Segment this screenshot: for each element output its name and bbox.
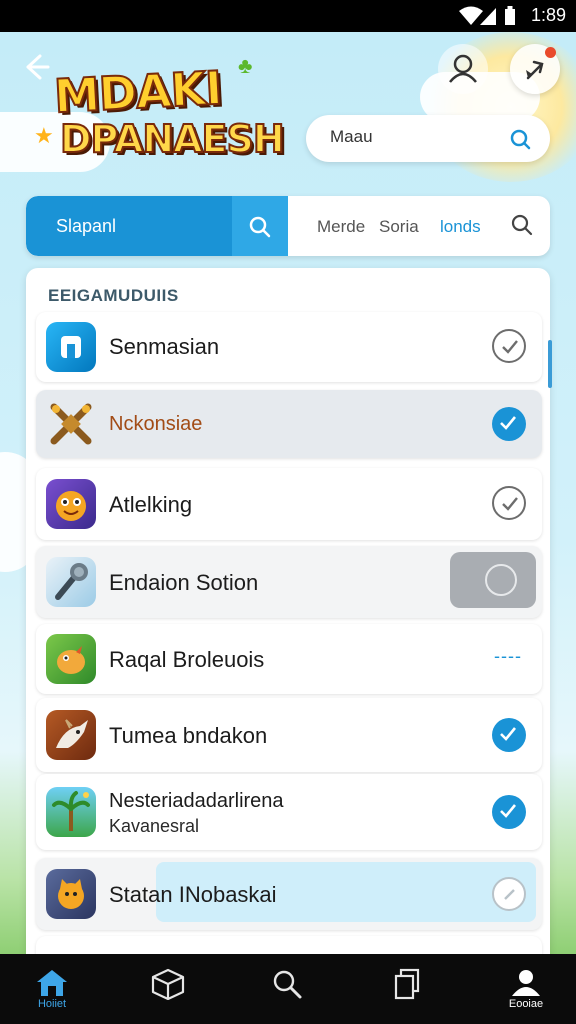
list-item[interactable]: Senmasian: [36, 312, 542, 382]
check-toggle[interactable]: [492, 407, 526, 441]
app-icon-blue: [46, 322, 96, 372]
user-icon: [449, 54, 477, 83]
list-item-name: Tumea bndakon: [109, 723, 268, 748]
tab-search-button[interactable]: [232, 196, 288, 256]
darts-button[interactable]: [510, 44, 560, 94]
tab-soria[interactable]: Soria: [379, 217, 419, 237]
logo-title-line2: DPANAESH: [59, 116, 286, 162]
list-item[interactable]: Statan INobaskai: [36, 858, 542, 930]
nav-home-label: Hoiiet: [37, 998, 67, 1010]
nav-cube[interactable]: [128, 954, 208, 1024]
search-icon: [273, 970, 302, 999]
checkmark-icon: [502, 340, 518, 354]
check-toggle[interactable]: [492, 795, 526, 829]
tab-londs[interactable]: londs: [440, 217, 481, 237]
search-input[interactable]: [330, 127, 500, 147]
game-logo: MDAKI DPANAESH ★ ♣: [34, 45, 286, 170]
list-item[interactable]: Atlelking: [36, 468, 542, 540]
list-item[interactable]: Endaion Sotion: [36, 546, 542, 618]
tab-merde[interactable]: Merde: [317, 217, 365, 237]
profile-button[interactable]: [438, 44, 488, 94]
check-toggle[interactable]: [492, 877, 526, 911]
signal-icon: [480, 8, 496, 25]
clock: 1:89: [530, 5, 566, 25]
home-icon: [37, 970, 67, 996]
cat-hero-icon: [46, 869, 96, 919]
top-search-bar[interactable]: [306, 115, 550, 162]
list-item-name: Nesteriadadarlirena: [109, 790, 284, 812]
palm-tree-icon: [46, 787, 96, 837]
list-item-subtitle: Kavanesral: [109, 816, 200, 836]
list-item-name: Atlelking: [109, 492, 193, 517]
crossed-swords-icon: [46, 399, 96, 449]
list-item-name: Endaion Sotion: [109, 570, 259, 595]
unicorn-icon: [46, 710, 96, 760]
search-icon: [249, 216, 271, 238]
check-toggle[interactable]: [492, 329, 526, 363]
nav-home[interactable]: Hoiiet: [12, 954, 92, 1024]
check-toggle[interactable]: [492, 486, 526, 520]
toggle-button[interactable]: [450, 552, 536, 608]
toggle-ring-icon: [485, 564, 517, 596]
pending-indicator: ----: [494, 646, 522, 666]
status-bar: 1:89: [0, 0, 576, 32]
profile-icon: [512, 970, 540, 996]
list-item-name: Raqal Broleuois: [109, 647, 265, 672]
checkmark-icon: [500, 727, 517, 741]
green-dino-icon: [46, 634, 96, 684]
list-item-name: Nckonsiae: [109, 413, 203, 435]
list-item[interactable]: Nesteriadadarlirena Kavanesral: [36, 774, 542, 850]
microphone-icon: [46, 557, 96, 607]
checkmark-icon: [500, 804, 517, 818]
search-icon[interactable]: [510, 213, 534, 237]
cube-icon: [151, 968, 185, 1000]
panel-title: EEIGAMUDUIIS: [48, 286, 179, 305]
checkmark-icon: [504, 889, 515, 900]
list-item[interactable]: Raqal Broleuois ----: [36, 624, 542, 694]
check-toggle[interactable]: [492, 718, 526, 752]
battery-icon: [505, 6, 515, 25]
leaf-icon: ♣: [238, 53, 253, 78]
star-icon: ★: [34, 123, 54, 148]
list-item-name: Statan INobaskai: [109, 882, 277, 907]
nav-search[interactable]: [248, 954, 328, 1024]
search-icon[interactable]: [508, 127, 532, 151]
tab-active[interactable]: Slapanl: [26, 196, 288, 256]
tab-active-label: Slapanl: [56, 216, 117, 236]
nav-copy[interactable]: [368, 954, 448, 1024]
smiley-monster-icon: [46, 479, 96, 529]
bottom-navigation: Hoiiet Eooiae: [0, 954, 576, 1024]
nav-profile[interactable]: Eooiae: [486, 954, 566, 1024]
logo-title-line1: MDAKI: [52, 60, 224, 125]
list-item[interactable]: Tumea bndakon: [36, 698, 542, 772]
notification-dot: [545, 47, 556, 58]
nav-profile-label: Eooiae: [508, 998, 544, 1010]
list-item[interactable]: Nckonsiae: [36, 390, 542, 458]
checkmark-icon: [502, 497, 518, 511]
copy-icon: [394, 968, 420, 1000]
list-item-name: Senmasian: [109, 334, 220, 359]
scrollbar[interactable]: [548, 340, 552, 388]
checkmark-icon: [500, 416, 517, 430]
